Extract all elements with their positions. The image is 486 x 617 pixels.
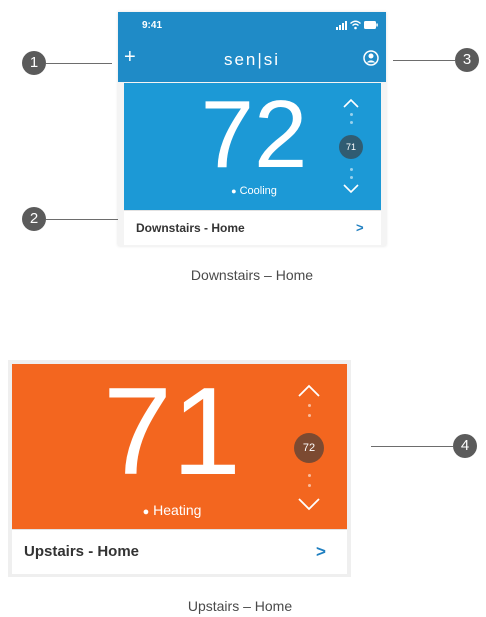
zone-name: Downstairs - Home <box>136 221 245 235</box>
scale-dot <box>307 404 311 407</box>
chevron-right-icon[interactable]: > <box>316 542 326 562</box>
chevron-right-icon[interactable]: > <box>356 220 364 235</box>
callout-leader <box>371 446 453 447</box>
downstairs-thermostat-card[interactable]: 72 ● Cooling 71 <box>124 81 381 210</box>
app-header: + sen|si <box>118 40 386 82</box>
mode-label: Heating <box>153 502 202 518</box>
decrease-temperature-button[interactable] <box>343 184 359 194</box>
decrease-temperature-button[interactable] <box>298 498 320 511</box>
current-temperature: 72 <box>200 81 308 188</box>
scale-dot <box>349 168 353 171</box>
increase-temperature-button[interactable] <box>298 384 320 397</box>
scale-dot <box>307 474 311 477</box>
bottom-caption: Upstairs – Home <box>187 598 293 614</box>
callout-marker: 3 <box>455 48 479 72</box>
mode-status: ● Heating <box>122 502 222 518</box>
callout-marker: 4 <box>453 434 477 458</box>
upstairs-footer[interactable]: Upstairs - Home > <box>12 529 347 574</box>
scale-dot <box>349 113 353 116</box>
account-icon[interactable] <box>363 50 379 66</box>
zone-name: Upstairs - Home <box>24 543 140 560</box>
battery-icon <box>364 21 378 29</box>
callout-leader <box>46 63 112 64</box>
brand-logo: sen|si <box>223 50 281 69</box>
callout-leader <box>46 219 118 220</box>
top-caption: Downstairs – Home <box>190 267 314 283</box>
increase-temperature-button[interactable] <box>343 98 359 108</box>
status-bar: 9:41 <box>118 12 386 40</box>
scale-dot <box>307 414 311 417</box>
callout-leader <box>393 60 455 61</box>
scale-dot <box>349 121 353 124</box>
signal-icon <box>336 21 347 30</box>
flame-icon: ● <box>142 506 150 518</box>
status-time: 9:41 <box>142 20 163 31</box>
scale-dot <box>349 176 353 179</box>
setpoint-badge: 71 <box>339 135 363 159</box>
downstairs-footer[interactable]: Downstairs - Home > <box>124 210 381 245</box>
mode-label: Cooling <box>239 185 277 197</box>
wifi-icon <box>350 20 361 30</box>
setpoint-badge: 72 <box>294 433 324 463</box>
snowflake-icon: ● <box>231 186 237 196</box>
callout-marker: 2 <box>22 207 46 231</box>
mode-status: ● Cooling <box>204 185 304 197</box>
current-temperature: 71 <box>103 363 241 501</box>
callout-marker: 1 <box>22 51 46 75</box>
upstairs-thermostat-card[interactable]: 71 ● Heating 72 <box>12 364 347 529</box>
scale-dot <box>307 484 311 487</box>
